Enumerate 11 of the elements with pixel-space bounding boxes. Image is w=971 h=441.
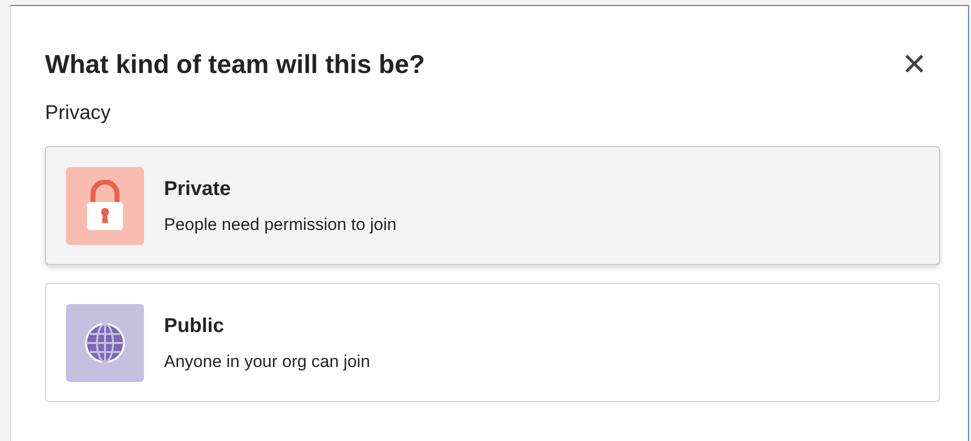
- privacy-option[interactable]: Public Anyone in your org can join: [45, 283, 940, 402]
- option-title: Public: [164, 314, 226, 339]
- privacy-option[interactable]: Private People need permission to join: [45, 146, 940, 265]
- padlock-icon: [85, 180, 125, 232]
- dialog-title: What kind of team will this be?: [45, 48, 425, 80]
- option-description: Anyone in your org can join: [164, 350, 370, 373]
- globe-icon: [84, 322, 126, 364]
- close-button[interactable]: ×: [902, 44, 926, 84]
- section-label: Privacy: [45, 101, 112, 126]
- option-title: Private: [164, 176, 232, 202]
- option-description: People need permission to join: [164, 214, 396, 236]
